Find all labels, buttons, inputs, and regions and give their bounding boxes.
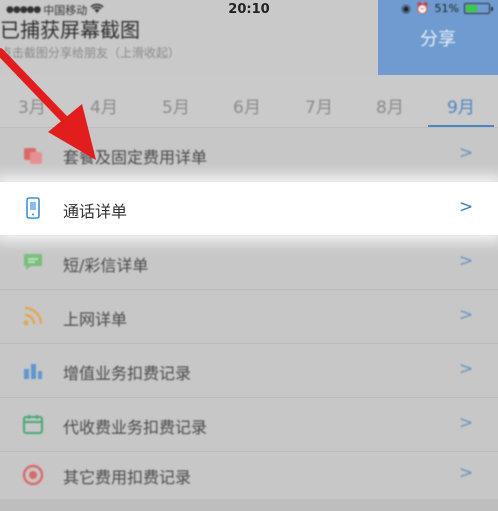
battery-level xyxy=(466,5,478,12)
tab-month-5[interactable]: 5月 xyxy=(162,93,190,118)
lock-rotation-icon: ◉ xyxy=(401,2,411,15)
tab-month-6[interactable]: 6月 xyxy=(233,93,261,118)
battery-icon xyxy=(464,3,493,14)
chevron-right-icon: > xyxy=(459,305,474,325)
battery-percent: 51% xyxy=(434,2,459,15)
tab-month-3[interactable]: 3月 xyxy=(18,93,46,118)
menu-item-label: 代收费业务扣费记录 xyxy=(63,418,208,437)
menu-item-call-details[interactable]: 通话详单 > xyxy=(0,182,498,235)
status-bar-right: ◉ ⏰ 51% xyxy=(401,2,493,15)
alarm-icon: ⏰ xyxy=(415,2,430,15)
chevron-right-icon: > xyxy=(459,359,474,379)
chevron-right-icon: > xyxy=(459,463,474,483)
menu-item-collection-charges[interactable]: 代收费业务扣费记录 > xyxy=(0,398,498,451)
chevron-right-icon: > xyxy=(459,251,474,271)
menu-item-label: 其它费用扣费记录 xyxy=(63,468,192,487)
message-icon xyxy=(22,251,44,273)
calendar-icon xyxy=(22,413,44,435)
capture-subtitle: 点击截图分享给朋友（上滑收起） xyxy=(0,46,181,60)
chevron-right-icon: > xyxy=(459,197,474,217)
menu-item-label: 增值业务扣费记录 xyxy=(63,364,192,383)
month-tabs: 3月 4月 5月 6月 7月 8月 9月 xyxy=(0,75,498,128)
menu-item-other-charges[interactable]: 其它费用扣费记录 > xyxy=(0,452,498,505)
bottom-strip xyxy=(0,499,498,511)
rss-icon xyxy=(22,305,44,327)
menu-item-package-fees[interactable]: 套餐及固定费用详单 > xyxy=(0,128,498,181)
chevron-right-icon: > xyxy=(459,413,474,433)
menu-item-label: 上网详单 xyxy=(63,310,128,329)
menu-item-label: 通话详单 xyxy=(63,202,128,221)
status-bar: ●●●●● 中国移动 20:10 ◉ ⏰ 51% xyxy=(0,0,498,20)
tab-month-4[interactable]: 4月 xyxy=(90,93,118,118)
menu-item-label: 套餐及固定费用详单 xyxy=(63,148,208,167)
bar-chart-icon xyxy=(22,359,44,381)
target-icon xyxy=(22,464,44,486)
share-button-label: 分享 xyxy=(420,28,456,50)
package-icon xyxy=(22,144,44,166)
chevron-right-icon: > xyxy=(459,143,474,163)
menu-item-label: 短/彩信详单 xyxy=(63,256,149,275)
phone-icon xyxy=(22,197,44,219)
menu-item-data-details[interactable]: 上网详单 > xyxy=(0,290,498,343)
tab-month-7[interactable]: 7月 xyxy=(305,93,333,118)
battery-tip xyxy=(491,7,493,11)
menu-item-sms-details[interactable]: 短/彩信详单 > xyxy=(0,236,498,289)
tab-month-8[interactable]: 8月 xyxy=(376,93,404,118)
tab-month-9[interactable]: 9月 xyxy=(447,93,475,118)
menu-item-value-added-charges[interactable]: 增值业务扣费记录 > xyxy=(0,344,498,397)
